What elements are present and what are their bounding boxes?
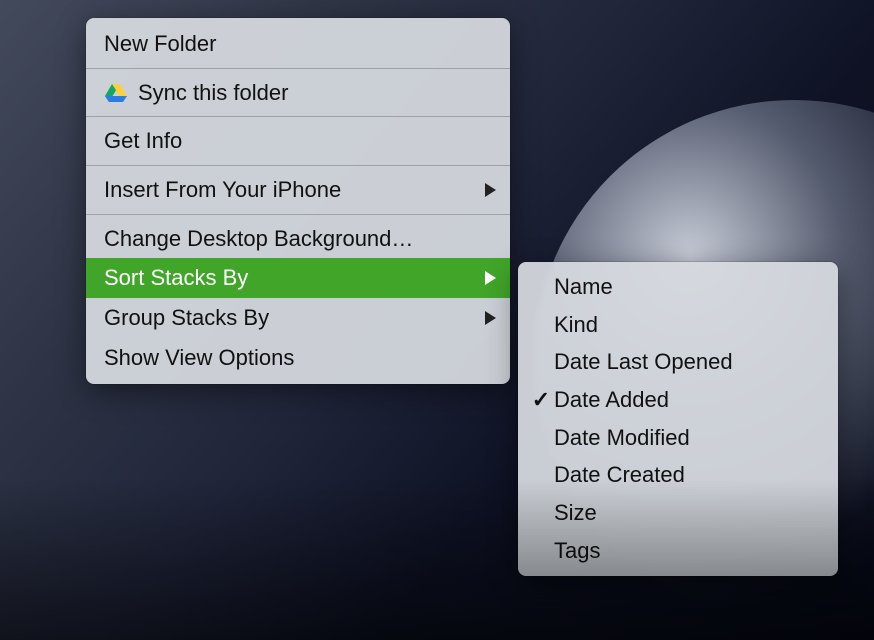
menu-item-get-info[interactable]: Get Info <box>86 121 510 161</box>
submenu-item-label: Name <box>554 272 613 302</box>
menu-item-sync-this-folder[interactable]: Sync this folder <box>86 73 510 113</box>
menu-item-change-desktop-background[interactable]: Change Desktop Background… <box>86 219 510 259</box>
submenu-arrow-icon <box>485 271 496 285</box>
menu-item-label: Sort Stacks By <box>104 263 248 293</box>
submenu-item-label: Kind <box>554 310 598 340</box>
menu-item-show-view-options[interactable]: Show View Options <box>86 338 510 378</box>
menu-item-group-stacks-by[interactable]: Group Stacks By <box>86 298 510 338</box>
submenu-item-name[interactable]: Name <box>518 268 838 306</box>
submenu-item-label: Size <box>554 498 597 528</box>
submenu-item-date-created[interactable]: Date Created <box>518 456 838 494</box>
menu-item-insert-from-iphone[interactable]: Insert From Your iPhone <box>86 170 510 210</box>
submenu-item-label: Date Created <box>554 460 685 490</box>
menu-item-label: Show View Options <box>104 343 294 373</box>
submenu-arrow-icon <box>485 183 496 197</box>
menu-item-new-folder[interactable]: New Folder <box>86 24 510 64</box>
submenu-item-date-modified[interactable]: Date Modified <box>518 419 838 457</box>
google-drive-icon <box>104 83 128 103</box>
menu-separator <box>86 214 510 215</box>
submenu-item-kind[interactable]: Kind <box>518 306 838 344</box>
checkmark-icon: ✓ <box>528 385 554 415</box>
menu-item-label: Insert From Your iPhone <box>104 175 341 205</box>
menu-item-label: Get Info <box>104 126 182 156</box>
submenu-sort-stacks-by: Name Kind Date Last Opened ✓ Date Added … <box>518 262 838 576</box>
desktop-context-menu: New Folder Sync this folder Get Info Ins… <box>86 18 510 384</box>
submenu-item-tags[interactable]: Tags <box>518 532 838 570</box>
menu-item-sort-stacks-by[interactable]: Sort Stacks By <box>86 258 510 298</box>
submenu-item-date-last-opened[interactable]: Date Last Opened <box>518 343 838 381</box>
submenu-item-label: Date Last Opened <box>554 347 733 377</box>
menu-item-label: Change Desktop Background… <box>104 224 413 254</box>
submenu-item-label: Tags <box>554 536 600 566</box>
menu-item-label: Sync this folder <box>138 78 288 108</box>
desktop-background: New Folder Sync this folder Get Info Ins… <box>0 0 874 640</box>
menu-item-label: Group Stacks By <box>104 303 269 333</box>
submenu-arrow-icon <box>485 311 496 325</box>
submenu-item-date-added[interactable]: ✓ Date Added <box>518 381 838 419</box>
menu-separator <box>86 68 510 69</box>
submenu-item-label: Date Added <box>554 385 669 415</box>
menu-item-label: New Folder <box>104 29 216 59</box>
submenu-item-label: Date Modified <box>554 423 690 453</box>
menu-separator <box>86 116 510 117</box>
submenu-item-size[interactable]: Size <box>518 494 838 532</box>
menu-separator <box>86 165 510 166</box>
